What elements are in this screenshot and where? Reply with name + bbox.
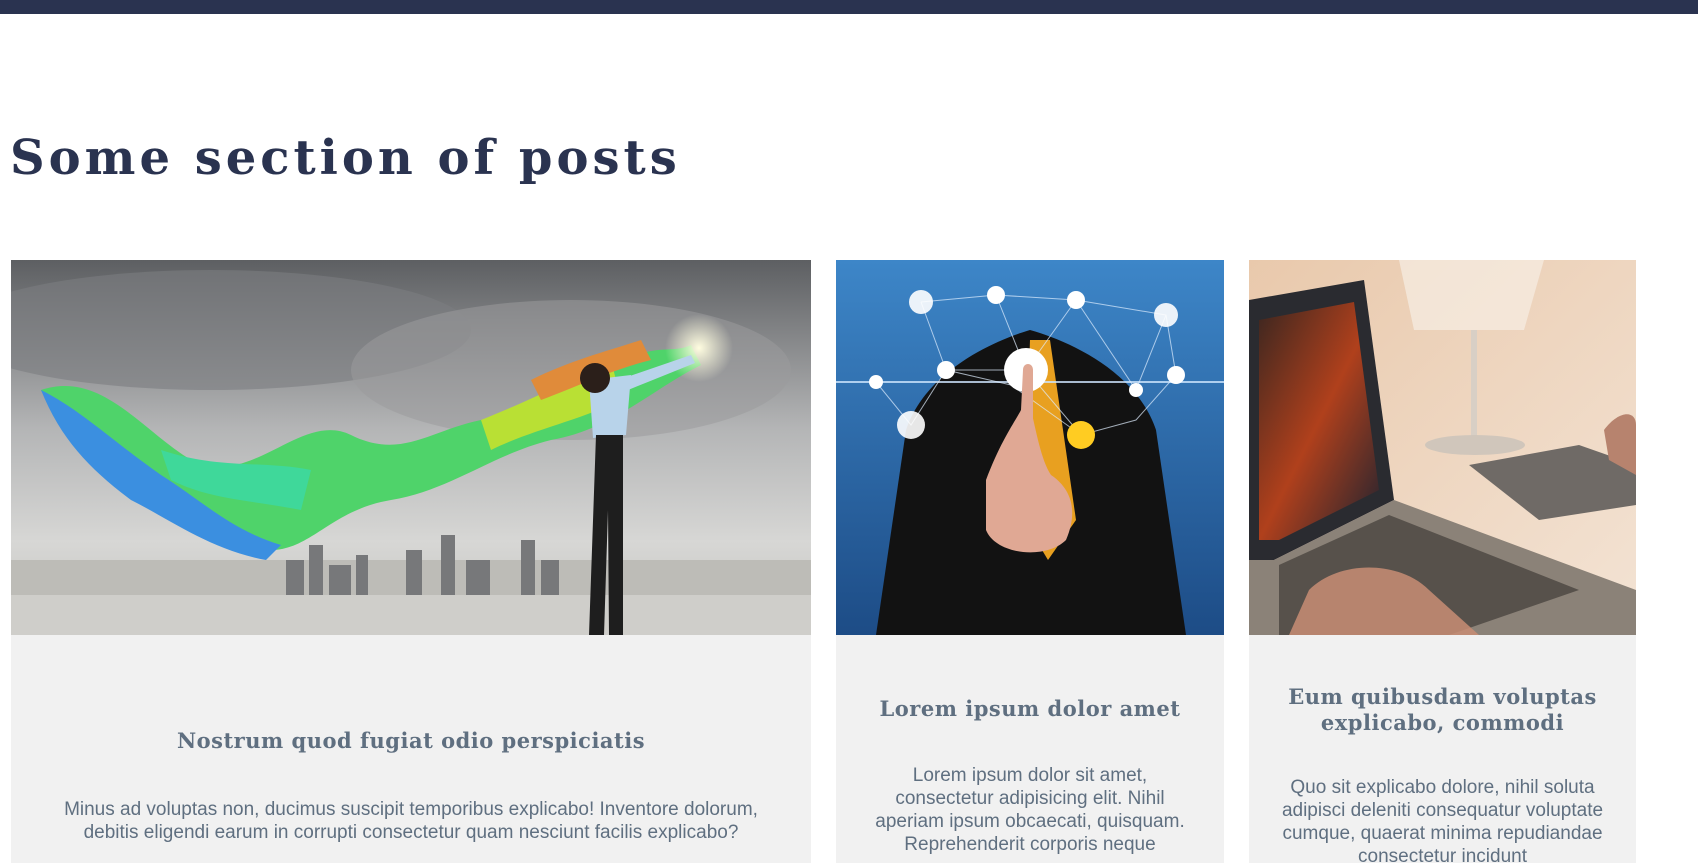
post-card[interactable]: Eum quibusdam voluptas explicabo, commod… bbox=[1249, 260, 1636, 863]
post-excerpt: Lorem ipsum dolor sit amet, consectetur … bbox=[875, 765, 1185, 855]
paint-splash-illustration bbox=[11, 260, 811, 635]
post-title[interactable]: Nostrum quod fugiat odio perspiciatis bbox=[27, 728, 795, 754]
post-image-laptop[interactable] bbox=[1249, 260, 1636, 635]
post-title[interactable]: Lorem ipsum dolor amet bbox=[852, 696, 1208, 722]
post-card[interactable]: Lorem ipsum dolor amet Lorem ipsum dolor… bbox=[836, 260, 1224, 863]
post-card[interactable]: Nostrum quod fugiat odio perspiciatis Mi… bbox=[11, 260, 811, 863]
top-bar bbox=[0, 0, 1698, 14]
post-image-paint-splash[interactable] bbox=[11, 260, 811, 635]
post-excerpt: Minus ad voluptas non, ducimus suscipit … bbox=[64, 799, 758, 843]
post-image-network[interactable] bbox=[836, 260, 1224, 635]
post-title[interactable]: Eum quibusdam voluptas explicabo, commod… bbox=[1265, 684, 1620, 736]
section-title: Some section of posts bbox=[10, 130, 681, 186]
post-excerpt: Quo sit explicabo dolore, nihil soluta a… bbox=[1281, 777, 1604, 863]
network-touch-illustration bbox=[836, 260, 1224, 635]
laptop-desk-illustration bbox=[1249, 260, 1636, 635]
